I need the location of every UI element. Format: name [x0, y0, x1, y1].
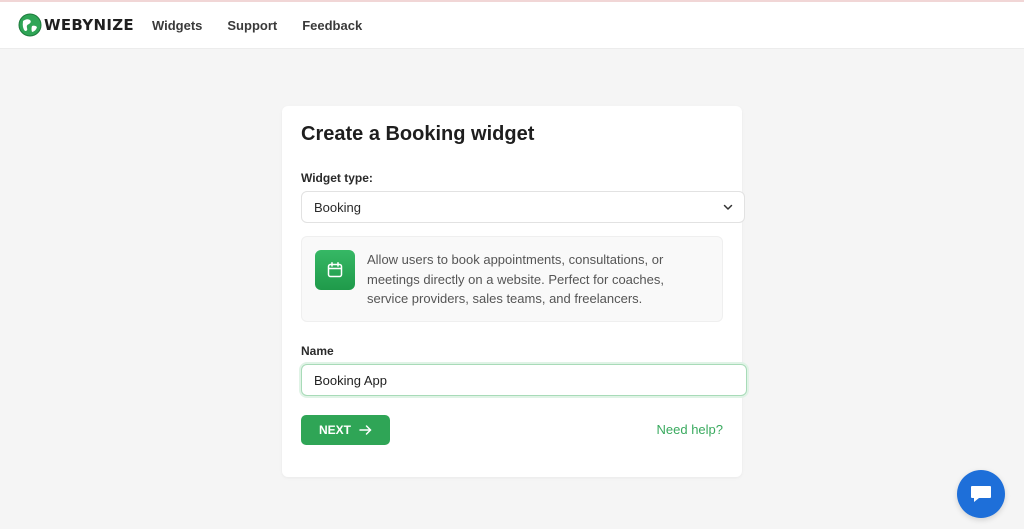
arrow-right-icon [359, 424, 372, 436]
top-navbar: WEBYNIZE Widgets Support Feedback [0, 2, 1024, 49]
name-input[interactable] [301, 364, 747, 396]
calendar-icon [315, 250, 355, 290]
widget-description: Allow users to book appointments, consul… [367, 252, 664, 306]
need-help-link[interactable]: Need help? [657, 422, 724, 437]
next-button[interactable]: NEXT [301, 415, 390, 445]
widget-type-value: Booking [314, 199, 361, 215]
chevron-down-icon [723, 204, 733, 210]
globe-logo-icon [18, 13, 42, 37]
widget-description-box: Allow users to book appointments, consul… [301, 236, 723, 322]
brand-logo[interactable]: WEBYNIZE [18, 13, 134, 37]
nav-support[interactable]: Support [227, 18, 277, 33]
nav-widgets[interactable]: Widgets [152, 18, 202, 33]
name-label: Name [301, 344, 334, 358]
page-title: Create a Booking widget [301, 123, 535, 145]
create-widget-card: Create a Booking widget Widget type: Boo… [282, 106, 747, 477]
next-button-label: NEXT [318, 423, 351, 437]
chat-bubble-icon [971, 486, 991, 502]
main-nav: Widgets Support Feedback [152, 18, 387, 33]
widget-type-label: Widget type: [301, 171, 373, 185]
widget-type-select[interactable]: Booking [301, 191, 745, 223]
brand-name: WEBYNIZE [44, 16, 134, 34]
chat-launcher-button[interactable] [957, 470, 1005, 518]
nav-feedback[interactable]: Feedback [302, 18, 362, 33]
